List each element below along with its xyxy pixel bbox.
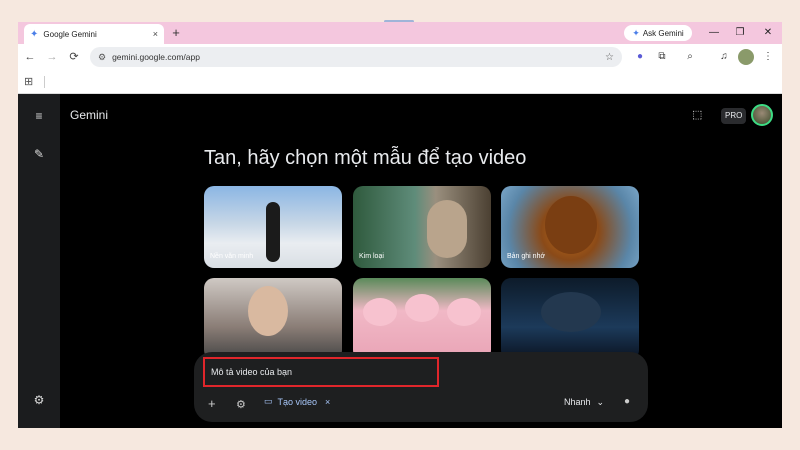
mode-label: Nhanh [564, 397, 591, 407]
template-card-motorcycle[interactable] [501, 278, 639, 360]
template-label: Nền văn minh [210, 253, 254, 260]
forward-button[interactable]: → [44, 49, 60, 65]
mode-selector[interactable]: Nhanh ⌄ [564, 397, 604, 408]
bookmarks-bar: ⊞ [18, 70, 782, 94]
gemini-sidebar: ≡ ✎ ⚙ [18, 94, 60, 428]
template-card-portrait[interactable] [204, 278, 342, 360]
create-video-chip[interactable]: ▭ Tạo video × [264, 396, 330, 407]
template-thumbnail [427, 200, 467, 258]
address-bar[interactable]: ⚙ gemini.google.com/app ☆ [90, 47, 622, 67]
add-icon[interactable]: + [208, 396, 216, 411]
new-chat-icon[interactable]: ✎ [31, 146, 47, 162]
tab-google-gemini[interactable]: ✦ Google Gemini × [24, 24, 164, 44]
gemini-spark-icon: ✦ [30, 28, 39, 40]
tab-search-icon[interactable]: ⌕ [682, 49, 698, 65]
template-thumbnail [266, 202, 280, 262]
ask-gemini-button[interactable]: ✦ Ask Gemini [624, 25, 692, 41]
template-thumbnail [447, 298, 481, 326]
template-thumbnail [405, 294, 439, 322]
settings-icon[interactable]: ⚙ [31, 392, 47, 408]
browser-window: ✦ Google Gemini × + ✦ Ask Gemini — ❐ ✕ ←… [18, 22, 782, 428]
template-label: Kim loại [359, 253, 384, 260]
profile-avatar-icon[interactable] [738, 49, 754, 65]
template-card-civilization[interactable]: Nền văn minh [204, 186, 342, 268]
template-thumbnail [545, 196, 597, 254]
app-title: Gemini [70, 108, 109, 122]
template-card-pigs[interactable] [353, 278, 491, 360]
template-thumbnail [248, 286, 288, 336]
close-window-button[interactable]: ✕ [758, 25, 778, 41]
extension-icon[interactable]: ● [632, 49, 648, 65]
extensions-puzzle-icon[interactable]: ⧉ [654, 49, 670, 65]
prompt-box: + ⚙ ▭ Tạo video × Nhanh ⌄ ● [194, 352, 648, 422]
create-video-label: Tạo video [277, 396, 318, 407]
media-control-icon[interactable]: ♫ [716, 49, 732, 65]
apps-grid-icon[interactable]: ⊞ [24, 75, 33, 88]
tab-strip: ✦ Google Gemini × + ✦ Ask Gemini — ❐ ✕ [18, 22, 782, 44]
tab-title: Google Gemini [43, 29, 97, 39]
template-card-memo[interactable]: Bản ghi nhớ [501, 186, 639, 268]
screenshot-icon[interactable]: ⬚ [692, 108, 702, 121]
page-headline: Tan, hãy chọn một mẫu để tạo video [204, 147, 527, 169]
site-info-icon[interactable]: ⚙ [98, 52, 106, 63]
video-prompt-input[interactable] [203, 357, 439, 387]
template-card-metal[interactable]: Kim loại [353, 186, 491, 268]
hamburger-menu-icon[interactable]: ≡ [31, 108, 47, 124]
ask-gemini-label: Ask Gemini [642, 28, 684, 38]
url-text: gemini.google.com/app [112, 52, 200, 62]
pro-badge: PRO [721, 108, 747, 124]
template-label: Bản ghi nhớ [507, 253, 546, 260]
bookmarks-divider [44, 76, 45, 88]
account-avatar[interactable] [751, 104, 773, 126]
back-button[interactable]: ← [22, 49, 38, 65]
browser-toolbar: ← → ⟳ ⚙ gemini.google.com/app ☆ ● ⧉ ⌕ ♫ … [18, 44, 782, 70]
browser-menu-icon[interactable]: ⋮ [760, 49, 776, 65]
template-thumbnail [363, 298, 397, 326]
restore-button[interactable]: ❐ [730, 25, 750, 41]
tab-close-icon[interactable]: × [153, 29, 158, 39]
video-icon: ▭ [264, 396, 273, 406]
new-tab-button[interactable]: + [168, 25, 184, 41]
template-thumbnail [541, 292, 601, 332]
chip-close-icon[interactable]: × [325, 397, 330, 407]
minimize-button[interactable]: — [704, 25, 724, 41]
bookmark-star-icon[interactable]: ☆ [605, 52, 614, 63]
gemini-main: Gemini ⬚ PRO Tan, hãy chọn một mẫu để tạ… [60, 94, 782, 428]
reload-button[interactable]: ⟳ [66, 49, 82, 65]
tools-icon[interactable]: ⚙ [236, 398, 246, 411]
gemini-spark-icon: ✦ [632, 27, 640, 38]
microphone-icon[interactable]: ● [624, 396, 630, 407]
chevron-down-icon: ⌄ [596, 397, 605, 407]
